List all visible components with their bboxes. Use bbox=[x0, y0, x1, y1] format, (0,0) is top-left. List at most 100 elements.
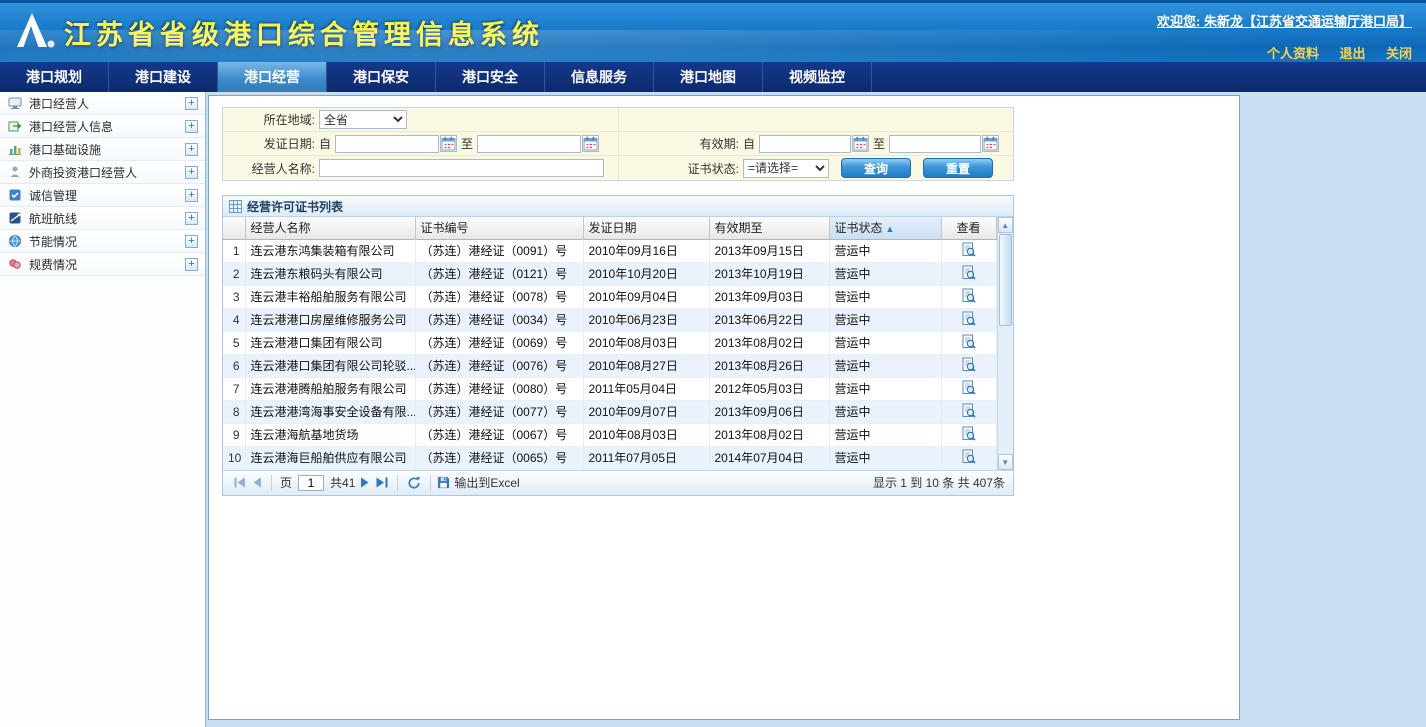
issue-date-label: 发证日期: bbox=[223, 135, 315, 152]
expand-button[interactable]: + bbox=[185, 189, 198, 202]
issue-date-from-calendar-button[interactable] bbox=[440, 135, 457, 152]
sidebar-item-foreign-investment[interactable]: 外商投资港口经营人 + bbox=[0, 161, 205, 184]
validity-from-input[interactable] bbox=[759, 135, 851, 153]
expand-button[interactable]: + bbox=[185, 97, 198, 110]
view-button[interactable] bbox=[941, 285, 996, 308]
last-page-button[interactable] bbox=[376, 477, 388, 488]
expand-button[interactable]: + bbox=[185, 212, 198, 225]
profile-link[interactable]: 个人资料 bbox=[1267, 46, 1319, 61]
view-button[interactable] bbox=[941, 423, 996, 446]
nav-tab-port-map[interactable]: 港口地图 bbox=[654, 62, 763, 92]
pagination-summary: 显示 1 到 10 条 共 407条 bbox=[873, 474, 1005, 491]
col-operator-name[interactable]: 经营人名称 bbox=[245, 217, 415, 239]
first-page-button[interactable] bbox=[234, 477, 246, 488]
scrollbar-up-button[interactable]: ▲ bbox=[998, 217, 1014, 233]
view-button[interactable] bbox=[941, 446, 996, 469]
main-nav: 港口规划 港口建设 港口经营 港口保安 港口安全 信息服务 港口地图 视频监控 bbox=[0, 62, 1426, 92]
nav-tab-port-operation[interactable]: 港口经营 bbox=[218, 62, 327, 92]
view-icon bbox=[961, 426, 976, 441]
validity-to-label: 至 bbox=[873, 135, 885, 152]
table-row[interactable]: 4 连云港港口房屋维修服务公司 （苏连）港经证（0034）号 2010年06月2… bbox=[223, 308, 996, 331]
validity-from-calendar-button[interactable] bbox=[852, 135, 869, 152]
table-row[interactable]: 3 连云港丰裕船舶服务有限公司 （苏连）港经证（0078）号 2010年09月0… bbox=[223, 285, 996, 308]
table-header-row: 经营人名称 证书编号 发证日期 有效期至 证书状态▲ 查看 bbox=[223, 217, 996, 239]
view-button[interactable] bbox=[941, 354, 996, 377]
infrastructure-chart-icon bbox=[8, 142, 22, 156]
issue-date-to-calendar-button[interactable] bbox=[582, 135, 599, 152]
nav-tab-port-planning[interactable]: 港口规划 bbox=[0, 62, 109, 92]
region-select[interactable]: 全省 bbox=[319, 110, 407, 129]
view-button[interactable] bbox=[941, 239, 996, 262]
sidebar-item-fees[interactable]: 规费情况 + bbox=[0, 253, 205, 276]
sidebar-item-integrity[interactable]: 诚信管理 + bbox=[0, 184, 205, 207]
view-button[interactable] bbox=[941, 308, 996, 331]
sidebar-item-operator-info[interactable]: 港口经营人信息 + bbox=[0, 115, 205, 138]
nav-tab-info-service[interactable]: 信息服务 bbox=[545, 62, 654, 92]
export-excel-button[interactable]: 输出到Excel bbox=[437, 474, 519, 491]
scrollbar-down-button[interactable]: ▼ bbox=[998, 454, 1014, 470]
export-excel-label: 输出到Excel bbox=[454, 474, 519, 491]
last-page-icon bbox=[376, 477, 388, 488]
app-header: 江苏省省级港口综合管理信息系统 欢迎您: 朱新龙【江苏省交通运输厅港口局】 个人… bbox=[0, 0, 1426, 62]
nav-tab-video-monitor[interactable]: 视频监控 bbox=[763, 62, 872, 92]
scrollbar-thumb[interactable] bbox=[999, 234, 1013, 326]
table-row[interactable]: 10 连云港海巨船舶供应有限公司 （苏连）港经证（0065）号 2011年07月… bbox=[223, 446, 996, 469]
valid-until-cell: 2014年07月04日 bbox=[709, 446, 829, 469]
col-valid-until[interactable]: 有效期至 bbox=[709, 217, 829, 239]
view-button[interactable] bbox=[941, 400, 996, 423]
logout-link[interactable]: 退出 bbox=[1340, 46, 1366, 61]
search-button[interactable]: 查询 bbox=[841, 158, 911, 178]
table-icon bbox=[229, 200, 242, 213]
operator-name-input[interactable] bbox=[319, 159, 604, 177]
table-row[interactable]: 5 连云港港口集团有限公司 （苏连）港经证（0069）号 2010年08月03日… bbox=[223, 331, 996, 354]
view-button[interactable] bbox=[941, 262, 996, 285]
prev-page-button[interactable] bbox=[252, 477, 262, 488]
reset-button[interactable]: 重置 bbox=[923, 158, 993, 178]
validity-to-calendar-button[interactable] bbox=[982, 135, 999, 152]
panel-title-bar: 经营许可证书列表 bbox=[223, 196, 1013, 217]
expand-button[interactable]: + bbox=[185, 120, 198, 133]
expand-button[interactable]: + bbox=[185, 235, 198, 248]
operator-name-cell: 连云港东粮码头有限公司 bbox=[245, 262, 415, 285]
operator-name-cell: 连云港港口集团有限公司 bbox=[245, 331, 415, 354]
sidebar: 港口经营人 + 港口经营人信息 + 港口基础设施 + 外商投资港口经营人 + 诚… bbox=[0, 92, 206, 727]
status-cell: 营运中 bbox=[829, 308, 941, 331]
expand-button[interactable]: + bbox=[185, 143, 198, 156]
sidebar-item-port-operators[interactable]: 港口经营人 + bbox=[0, 92, 205, 115]
sidebar-item-label: 外商投资港口经营人 bbox=[29, 164, 185, 181]
table-row[interactable]: 7 连云港港腾船舶服务有限公司 （苏连）港经证（0080）号 2011年05月0… bbox=[223, 377, 996, 400]
nav-tab-port-safety[interactable]: 港口安全 bbox=[436, 62, 545, 92]
table-row[interactable]: 1 连云港东鸿集装箱有限公司 （苏连）港经证（0091）号 2010年09月16… bbox=[223, 239, 996, 262]
col-issue-date[interactable]: 发证日期 bbox=[583, 217, 709, 239]
sidebar-item-infrastructure[interactable]: 港口基础设施 + bbox=[0, 138, 205, 161]
cert-status-label: 证书状态: bbox=[619, 160, 739, 177]
table-row[interactable]: 6 连云港港口集团有限公司轮驳... （苏连）港经证（0076）号 2010年0… bbox=[223, 354, 996, 377]
next-page-button[interactable] bbox=[360, 477, 370, 488]
table-row[interactable]: 8 连云港港湾海事安全设备有限... （苏连）港经证（0077）号 2010年0… bbox=[223, 400, 996, 423]
nav-tab-port-construction[interactable]: 港口建设 bbox=[109, 62, 218, 92]
issue-date-from-input[interactable] bbox=[335, 135, 439, 153]
expand-button[interactable]: + bbox=[185, 166, 198, 179]
validity-to-input[interactable] bbox=[889, 135, 981, 153]
calendar-icon bbox=[441, 136, 456, 151]
sidebar-item-flight-routes[interactable]: 航班航线 + bbox=[0, 207, 205, 230]
cert-status-select[interactable]: =请选择= bbox=[743, 159, 829, 178]
issue-date-cell: 2010年08月03日 bbox=[583, 331, 709, 354]
scrollbar-track[interactable] bbox=[998, 233, 1014, 454]
cert-no-cell: （苏连）港经证（0080）号 bbox=[415, 377, 583, 400]
issue-date-to-input[interactable] bbox=[477, 135, 581, 153]
col-cert-no[interactable]: 证书编号 bbox=[415, 217, 583, 239]
view-button[interactable] bbox=[941, 331, 996, 354]
page-number-input[interactable] bbox=[298, 475, 324, 491]
table-row[interactable]: 9 连云港海航基地货场 （苏连）港经证（0067）号 2010年08月03日 2… bbox=[223, 423, 996, 446]
flight-route-icon bbox=[8, 211, 22, 225]
sidebar-item-energy[interactable]: 节能情况 + bbox=[0, 230, 205, 253]
view-button[interactable] bbox=[941, 377, 996, 400]
close-link[interactable]: 关闭 bbox=[1386, 46, 1412, 61]
table-row[interactable]: 2 连云港东粮码头有限公司 （苏连）港经证（0121）号 2010年10月20日… bbox=[223, 262, 996, 285]
nav-tab-port-security[interactable]: 港口保安 bbox=[327, 62, 436, 92]
col-status[interactable]: 证书状态▲ bbox=[829, 217, 941, 239]
issue-date-cell: 2010年09月07日 bbox=[583, 400, 709, 423]
refresh-button[interactable] bbox=[407, 476, 421, 490]
expand-button[interactable]: + bbox=[185, 258, 198, 271]
